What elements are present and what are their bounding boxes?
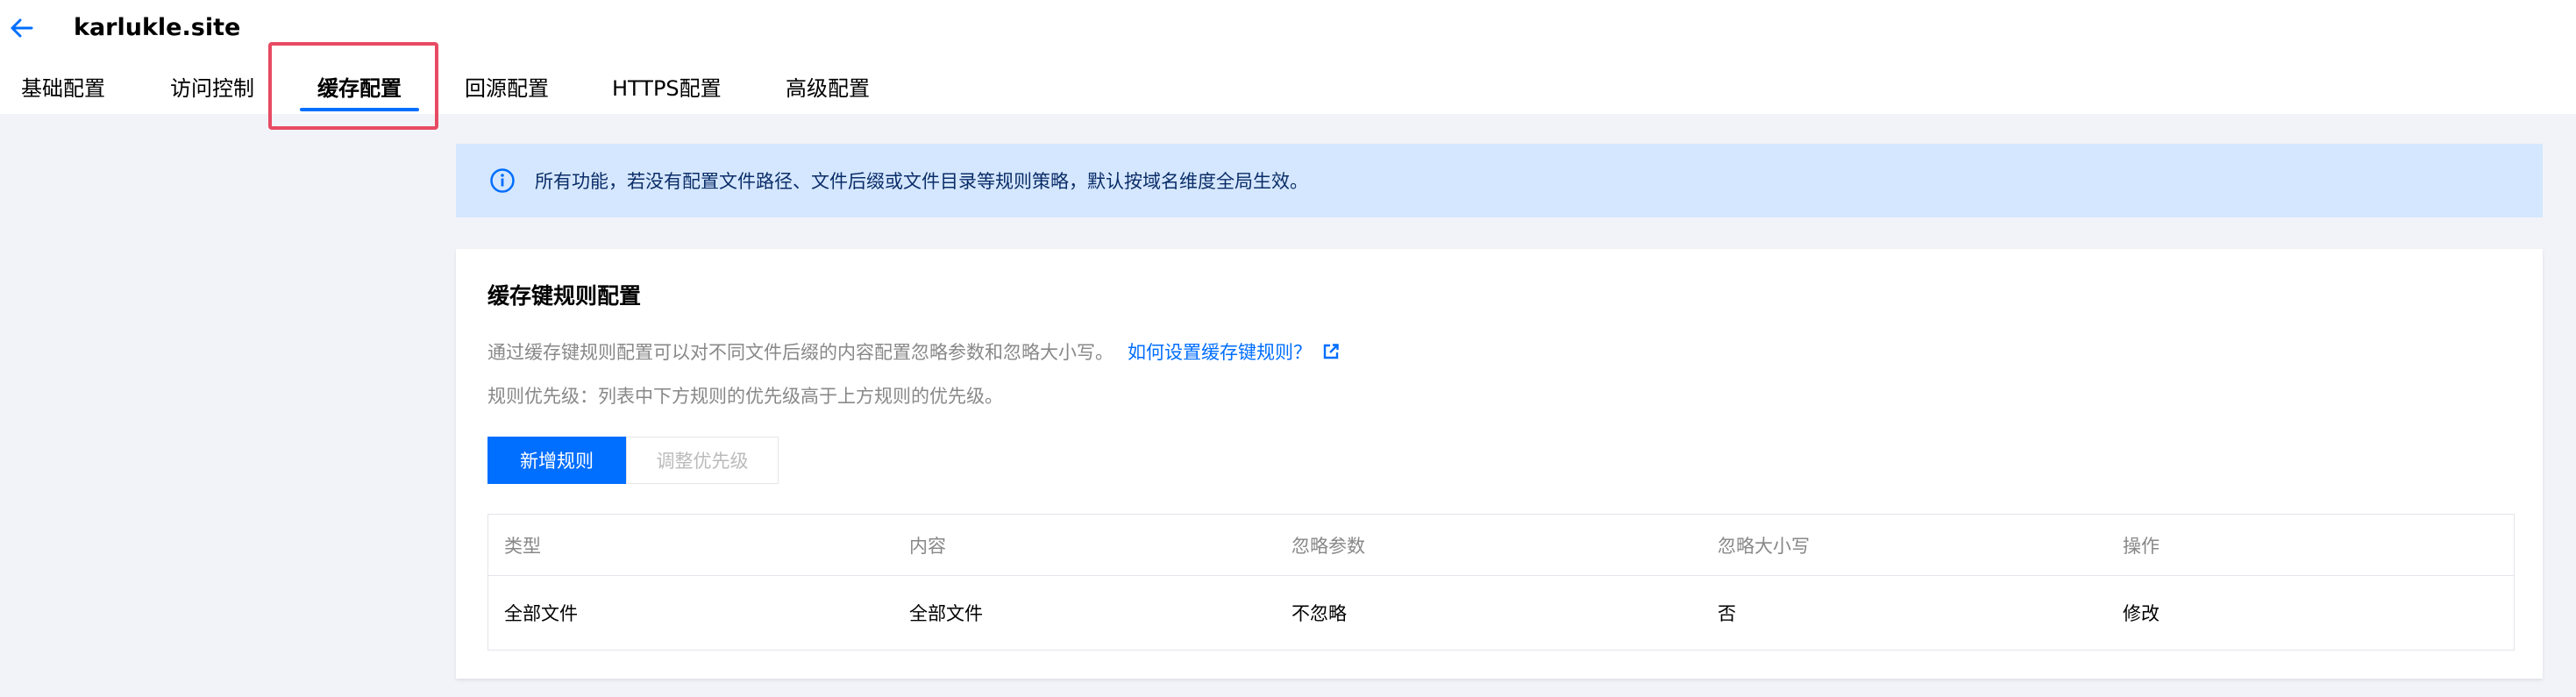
tab-basic-config[interactable]: 基础配置 (21, 70, 105, 109)
back-arrow-icon[interactable] (5, 12, 37, 44)
tab-advanced-config[interactable]: 高级配置 (786, 70, 870, 109)
tab-origin-config[interactable]: 回源配置 (465, 70, 549, 109)
notice-text: 所有功能，若没有配置文件路径、文件后缀或文件目录等规则策略，默认按域名维度全局生… (535, 171, 1308, 192)
priority-note: 规则优先级：列表中下方规则的优先级高于上方规则的优先级。 (487, 386, 1003, 407)
info-icon (489, 167, 516, 194)
tab-cache-config[interactable]: 缓存配置 (317, 70, 402, 109)
site-title: karlukle.site (74, 14, 241, 41)
tab-https-config[interactable]: HTTPS配置 (612, 70, 722, 109)
column-header-content: 内容 (909, 535, 946, 557)
add-rule-button[interactable]: 新增规则 (487, 437, 626, 484)
cell-ignore-params: 不忽略 (1292, 603, 1347, 624)
top-bar: karlukle.site 基础配置 访问控制 缓存配置 回源配置 HTTPS配… (0, 0, 2576, 114)
card-description: 通过缓存键规则配置可以对不同文件后缀的内容配置忽略参数和忽略大小写。 如何设置缓… (487, 338, 1340, 365)
column-header-action: 操作 (2123, 535, 2160, 557)
info-notice: 所有功能，若没有配置文件路径、文件后缀或文件目录等规则策略，默认按域名维度全局生… (456, 144, 2543, 217)
column-header-ignore-params: 忽略参数 (1292, 535, 1365, 557)
edit-rule-link[interactable]: 修改 (2123, 576, 2160, 650)
active-tab-indicator (300, 108, 419, 111)
description-text: 通过缓存键规则配置可以对不同文件后缀的内容配置忽略参数和忽略大小写。 (487, 342, 1114, 363)
external-link-icon[interactable] (1322, 343, 1340, 360)
card-title: 缓存键规则配置 (487, 283, 642, 309)
tab-access-control[interactable]: 访问控制 (170, 70, 254, 109)
cache-key-rules-table: 类型 内容 忽略参数 忽略大小写 操作 全部文件 全部文件 不忽略 否 修改 (487, 514, 2515, 651)
table-header: 类型 内容 忽略参数 忽略大小写 操作 (488, 515, 2514, 576)
cell-type: 全部文件 (504, 603, 578, 624)
cache-key-card: 缓存键规则配置 通过缓存键规则配置可以对不同文件后缀的内容配置忽略参数和忽略大小… (456, 249, 2543, 679)
cell-content: 全部文件 (909, 603, 983, 624)
adjust-priority-button: 调整优先级 (626, 437, 779, 484)
column-header-type: 类型 (504, 535, 541, 557)
table-row: 全部文件 全部文件 不忽略 否 修改 (488, 576, 2514, 650)
help-link[interactable]: 如何设置缓存键规则？ (1128, 338, 1312, 365)
cell-ignore-case: 否 (1718, 603, 1736, 624)
column-header-ignore-case: 忽略大小写 (1718, 535, 1810, 557)
